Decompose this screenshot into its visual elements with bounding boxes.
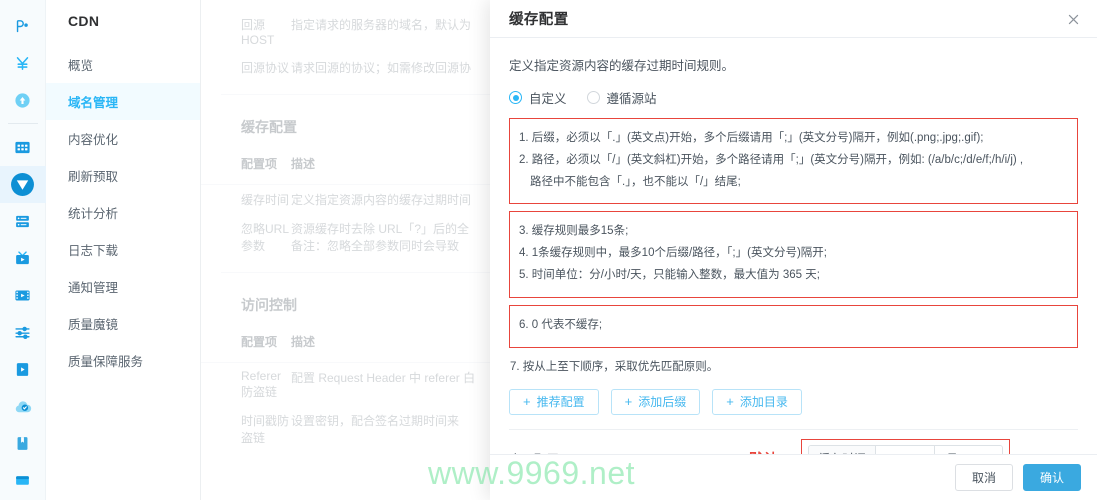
cache-time-highlight-box: 缓存时间 月	[801, 438, 1011, 454]
plus-icon: +	[523, 394, 531, 409]
global-config-label: 全局配置	[509, 449, 727, 454]
cache-config-modal: 缓存配置 定义指定资源内容的缓存过期时间规则。 自定义 遵循源站 1. 后缀，必…	[490, 0, 1097, 500]
cache-unit-value: 月	[946, 450, 958, 454]
sidebar-item-overview[interactable]: 概览	[46, 46, 200, 83]
confirm-button[interactable]: 确认	[1022, 464, 1081, 491]
sidebar-item-label: 域名管理	[68, 96, 119, 110]
grid-apps-icon[interactable]	[0, 129, 46, 166]
sidebar-item-label: 统计分析	[68, 207, 119, 221]
close-icon[interactable]	[1063, 9, 1083, 29]
sidebar-item-label: 质量魔镜	[68, 318, 119, 332]
modal-footer: 取消 确认	[490, 454, 1097, 500]
rule-highlight-box-3: 6. 0 代表不缓存;	[509, 304, 1078, 348]
rule-text: 5. 时间单位：分/小时/天，只能输入整数，最大值为 365 天;	[519, 269, 820, 282]
default-annotation: 默认	[727, 449, 801, 455]
config-item-name: Referer 防盗链	[241, 369, 282, 399]
pen-nib-icon[interactable]	[0, 8, 46, 45]
sidebar-item-label: 日志下载	[68, 244, 119, 258]
cancel-button[interactable]: 取消	[954, 464, 1013, 491]
sidebar-item-content-optimization[interactable]: 内容优化	[46, 120, 200, 157]
cache-unit-select[interactable]: 月	[934, 445, 1003, 454]
config-item-name: 回源协议	[241, 61, 290, 75]
secondary-sidebar: CDN 概览 域名管理 内容优化 刷新预取 统计分析 日志下载 通知管理 质量魔…	[46, 0, 201, 500]
sidebar-item-label: 内容优化	[68, 133, 119, 147]
sidebar-item-refresh-prefetch[interactable]: 刷新预取	[46, 157, 200, 194]
sidebar-item-label: 刷新预取	[68, 170, 119, 184]
radio-label: 遵循源站	[606, 92, 657, 106]
sidebar-item-label: 质量保障服务	[68, 355, 144, 369]
button-label: 推荐配置	[536, 395, 585, 409]
rule-action-buttons: + 推荐配置 + 添加后缀 + 添加目录	[509, 388, 1078, 415]
video-film-icon[interactable]	[0, 277, 46, 314]
rule-text-plain: 7. 按从上至下顺序，采取优先匹配原则。	[510, 360, 719, 373]
modal-title: 缓存配置	[509, 12, 569, 28]
sidebar-item-label: 概览	[68, 59, 94, 73]
global-config-row: 全局配置 默认 缓存时间 月	[509, 438, 1078, 455]
add-suffix-button[interactable]: + 添加后缀	[610, 388, 701, 415]
radio-custom[interactable]: 自定义	[509, 88, 567, 107]
upload-circle-icon[interactable]	[0, 82, 46, 119]
plus-icon: +	[726, 394, 734, 409]
rule-text: 4. 1条缓存规则中，最多10个后缀/路径，「;」(英文分号)隔开;	[519, 247, 827, 260]
column-header-item: 配置项	[241, 335, 278, 349]
rule-text: 6. 0 代表不缓存;	[519, 318, 603, 331]
sidebar-item-statistics[interactable]: 统计分析	[46, 194, 200, 231]
sidebar-item-log-download[interactable]: 日志下载	[46, 231, 200, 268]
column-header-item: 配置项	[241, 157, 278, 171]
sidebar-item-notification[interactable]: 通知管理	[46, 268, 200, 305]
cloud-check-icon[interactable]	[0, 388, 46, 425]
sidebar-item-quality-mirror[interactable]: 质量魔镜	[46, 305, 200, 342]
document-book-icon[interactable]	[0, 425, 46, 462]
radio-follow-origin[interactable]: 遵循源站	[586, 88, 657, 107]
live-broadcast-icon[interactable]	[0, 240, 46, 277]
cache-time-label: 缓存时间	[809, 445, 877, 454]
config-item-name: 缓存时间	[241, 193, 290, 207]
cache-time-input-group: 缓存时间 月	[808, 444, 1004, 454]
rule-text: 3. 缓存规则最多15条;	[519, 225, 629, 238]
add-directory-button[interactable]: + 添加目录	[712, 388, 802, 415]
sliders-settings-icon[interactable]	[0, 314, 46, 351]
radio-label: 自定义	[529, 92, 567, 106]
yen-currency-icon[interactable]	[0, 45, 46, 82]
app-root: CDN 概览 域名管理 内容优化 刷新预取 统计分析 日志下载 通知管理 质量魔…	[0, 0, 1097, 500]
button-label: 添加目录	[739, 395, 788, 409]
plus-icon: +	[624, 394, 633, 409]
media-player-icon[interactable]	[0, 351, 46, 388]
sidebar-item-label: 通知管理	[68, 281, 119, 295]
chevron-down-icon	[984, 453, 994, 454]
button-label: 添加后缀	[638, 395, 687, 409]
modal-body: 定义指定资源内容的缓存过期时间规则。 自定义 遵循源站 1. 后缀，必须以「.」…	[490, 38, 1097, 454]
rule-text: 2. 路径，必须以「/」(英文斜杠)开始，多个路径请用「;」(英文分号)隔开，例…	[519, 153, 1024, 166]
cache-mode-radio-group: 自定义 遵循源站	[509, 88, 1078, 107]
rule-text-continued: 路径中不能包含「.」，也不能以「/」结尾;	[530, 175, 741, 188]
rule-highlight-box-1: 1. 后缀，必须以「.」(英文点)开始，多个后缀请用「;」(英文分号)隔开，例如…	[509, 118, 1078, 205]
rule-text: 1. 后缀，必须以「.」(英文点)开始，多个后缀请用「;」(英文分号)隔开，例如…	[519, 132, 984, 144]
config-item-name: 忽略URL参数	[241, 222, 290, 253]
sidebar-item-domain-management[interactable]: 域名管理	[46, 83, 200, 120]
cdn-shield-icon[interactable]	[0, 166, 46, 203]
config-item-name: 回源 HOST	[241, 18, 275, 47]
primary-icon-rail	[0, 0, 46, 500]
sidebar-item-quality-assurance[interactable]: 质量保障服务	[46, 342, 200, 379]
cache-time-input[interactable]	[876, 445, 935, 454]
body-divider	[509, 429, 1078, 430]
config-item-name: 时间戳防盗链	[241, 414, 290, 445]
radio-dot-icon	[509, 91, 522, 104]
server-stack-icon[interactable]	[0, 203, 46, 240]
modal-header: 缓存配置	[490, 0, 1097, 38]
rule-highlight-box-2: 3. 缓存规则最多15条; 4. 1条缓存规则中，最多10个后缀/路径，「;」(…	[509, 211, 1078, 298]
rail-divider	[7, 123, 38, 124]
archive-box-icon[interactable]	[0, 462, 46, 499]
modal-description: 定义指定资源内容的缓存过期时间规则。	[509, 59, 735, 73]
recommended-config-button[interactable]: + 推荐配置	[509, 388, 599, 415]
sidebar-menu: 概览 域名管理 内容优化 刷新预取 统计分析 日志下载 通知管理 质量魔镜 质量…	[46, 46, 200, 379]
sidebar-title: CDN	[68, 13, 100, 29]
radio-dot-icon	[586, 91, 600, 104]
